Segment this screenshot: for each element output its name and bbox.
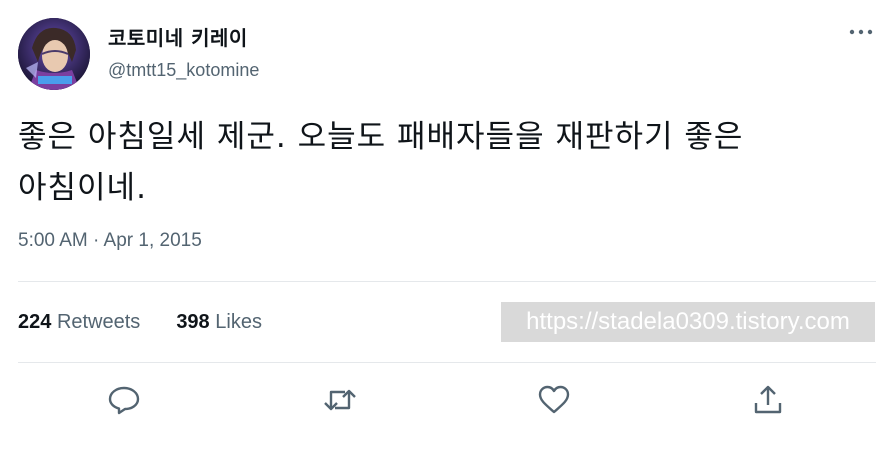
likes-label: Likes (215, 311, 262, 333)
retweets-stat[interactable]: 224 Retweets (18, 311, 140, 334)
retweet-icon[interactable] (322, 382, 358, 418)
user-handle[interactable]: @tmtt15_kotomine (108, 60, 259, 81)
likes-stat[interactable]: 398 Likes (176, 311, 262, 334)
watermark: https://stadela0309.tistory.com (501, 302, 875, 342)
display-name[interactable]: 코토미네 키레이 (108, 22, 248, 51)
reply-icon[interactable] (106, 382, 142, 418)
tweet-text-line: 아침이네. (18, 170, 147, 206)
more-icon[interactable] (846, 20, 876, 44)
like-icon[interactable] (536, 382, 572, 418)
engagement-stats: 224 Retweets 398 Likes (18, 311, 262, 334)
timestamp[interactable]: 5:00 AM · Apr 1, 2015 (18, 230, 202, 252)
tweet-text-line: 좋은 아침일세 제군. 오늘도 패배자들을 재판하기 좋은 (18, 119, 744, 155)
divider (18, 362, 876, 363)
share-icon[interactable] (750, 382, 786, 418)
avatar[interactable] (18, 18, 90, 90)
likes-count: 398 (176, 311, 210, 333)
tweet-text: 좋은 아침일세 제군. 오늘도 패배자들을 재판하기 좋은 아침이네. (18, 112, 868, 214)
divider (18, 281, 876, 282)
retweets-count: 224 (18, 311, 52, 333)
retweets-label: Retweets (56, 311, 141, 333)
avatar-image (18, 18, 90, 90)
